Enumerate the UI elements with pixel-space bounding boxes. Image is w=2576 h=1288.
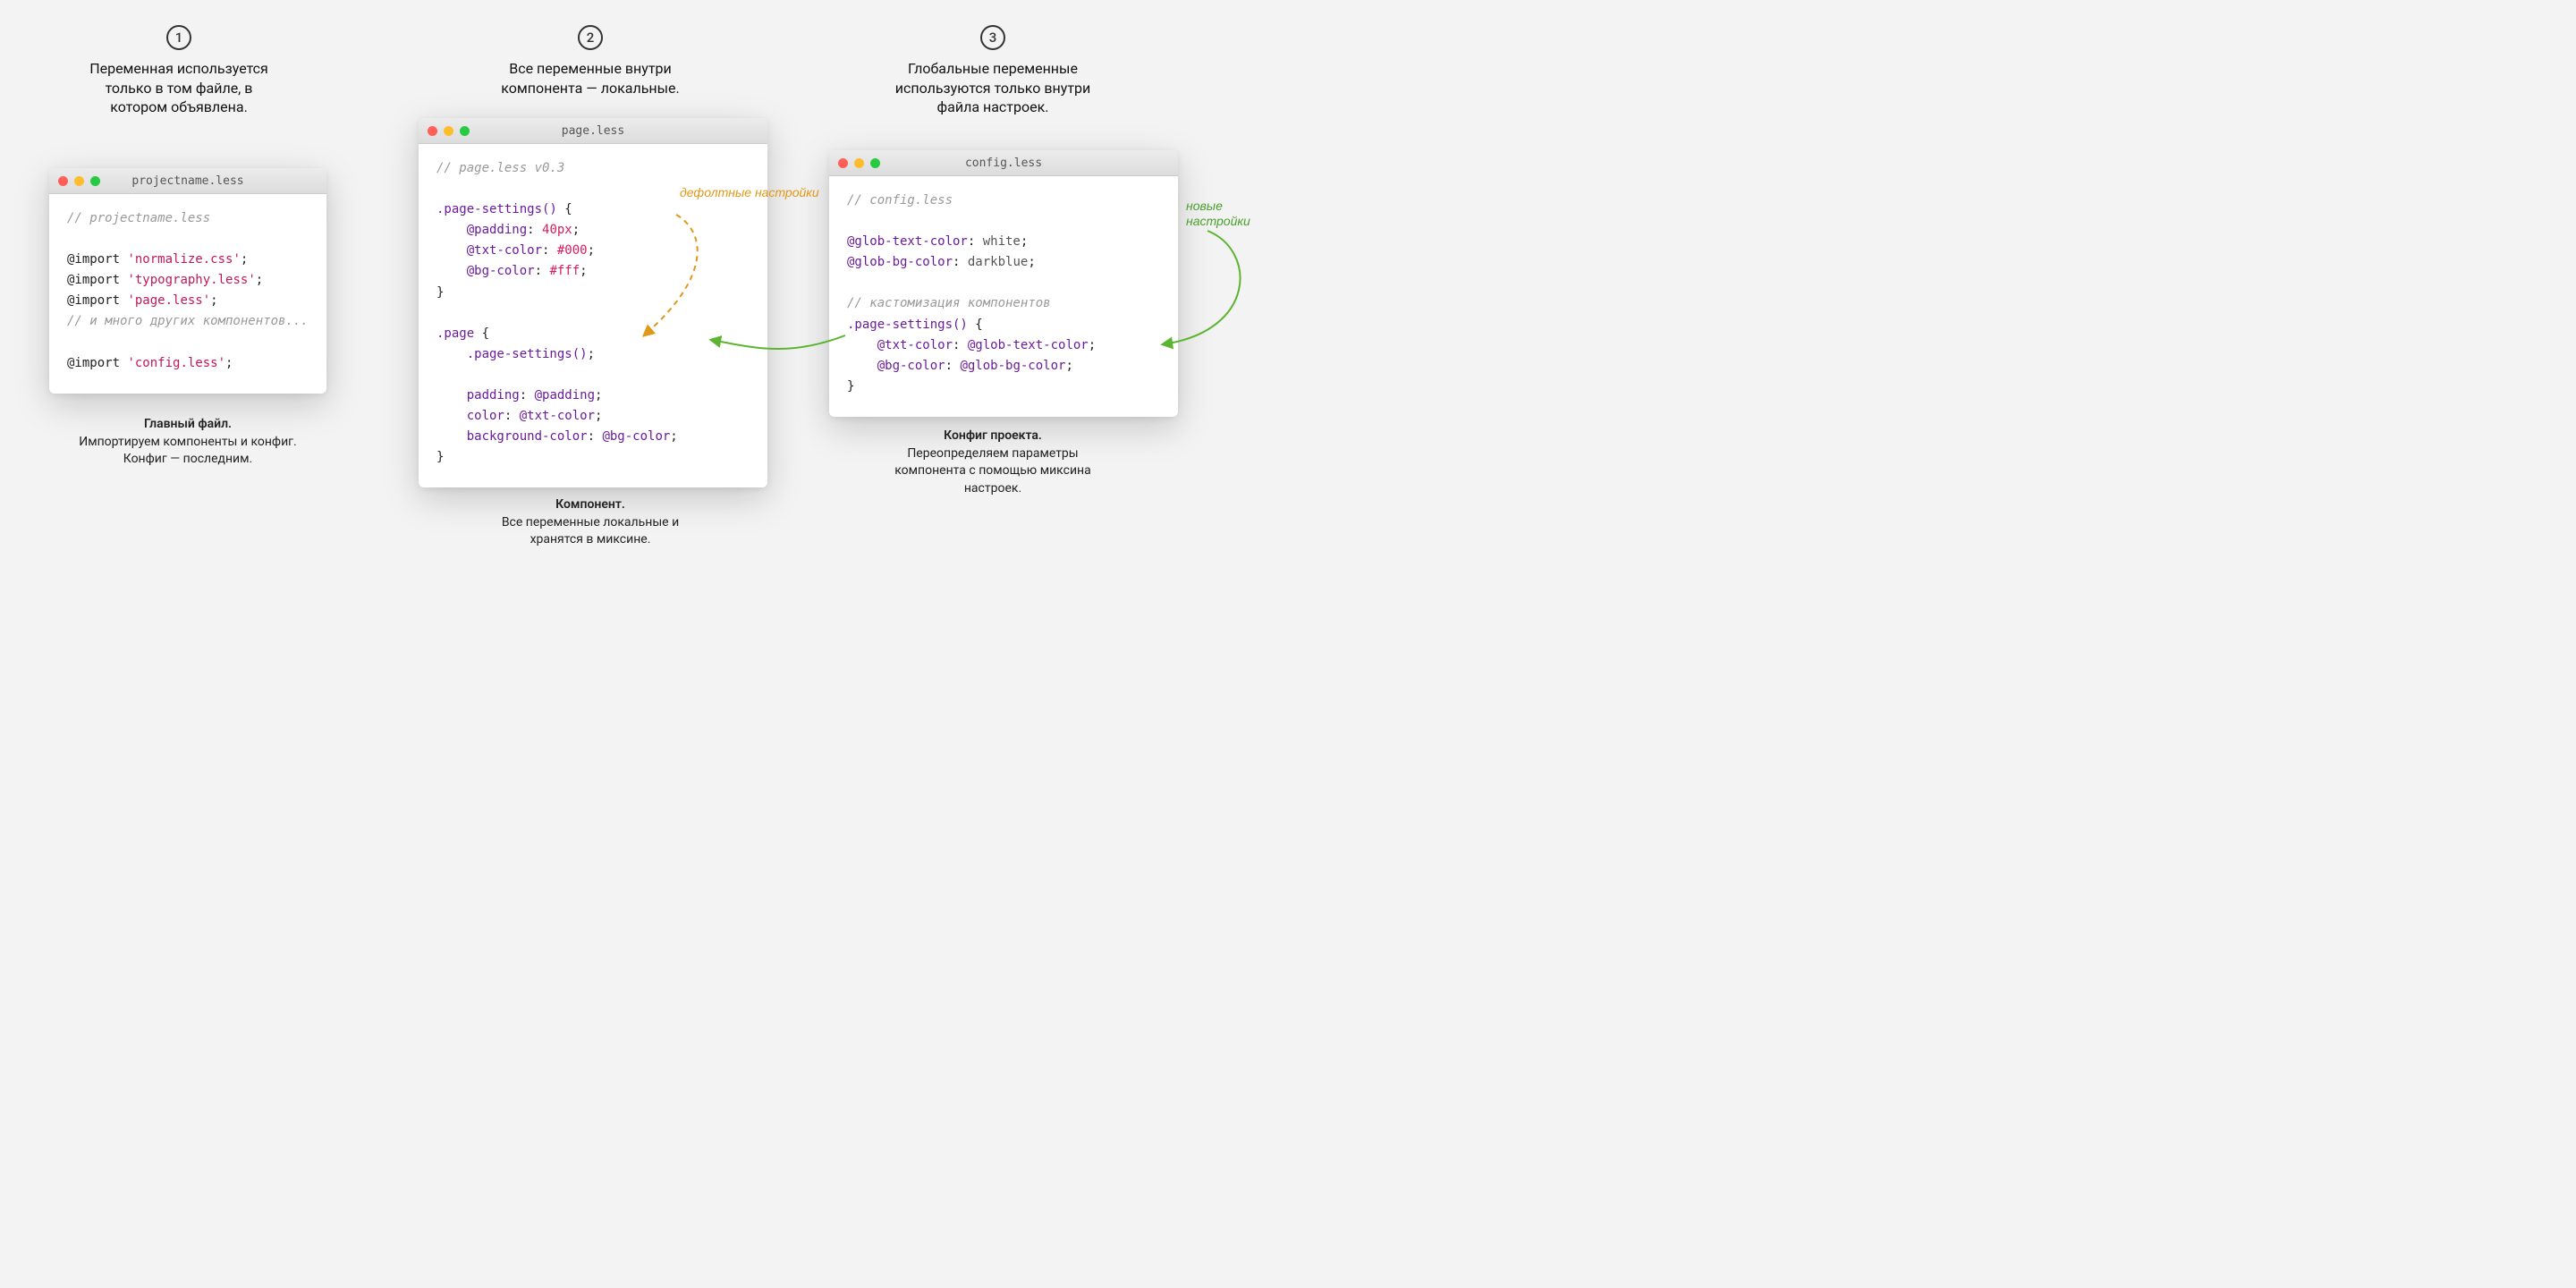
caption-body: Переопределяем параметры компонента с по… [894, 446, 1090, 496]
code-var: @glob-bg-color [960, 359, 1065, 373]
caption-right: Конфиг проекта. Переопределяем параметры… [868, 428, 1118, 497]
code-comment: // и много других компонентов... [67, 314, 309, 328]
code-string: 'normalize.css' [127, 252, 240, 267]
code-keyword: @import [67, 293, 120, 308]
code-var: @glob-text-color [847, 234, 968, 249]
code-var: @txt-color [520, 409, 595, 423]
traffic-lights [428, 126, 470, 136]
caption-body: Импортируем компоненты и конфиг. Конфиг … [79, 435, 297, 467]
code-prop: color [467, 409, 504, 423]
code-var: @glob-text-color [968, 338, 1089, 352]
window-page: page.less // page.less v0.3 .page-settin… [419, 118, 767, 487]
window-title: page.less [419, 124, 767, 138]
step-3-number: 3 [980, 25, 1005, 50]
code-var: @txt-color [877, 338, 953, 352]
code-string: 'config.less' [127, 356, 225, 370]
code-value: white [983, 234, 1021, 249]
minimize-icon[interactable] [74, 176, 84, 186]
step-1-text: Переменная используется только в том фай… [63, 59, 295, 117]
step-2-number: 2 [578, 25, 603, 50]
traffic-lights [838, 158, 880, 168]
code-var: @glob-bg-color [847, 255, 953, 269]
window-title: config.less [829, 157, 1178, 170]
code-value: #fff [549, 264, 580, 278]
close-icon[interactable] [58, 176, 68, 186]
titlebar: page.less [419, 118, 767, 144]
code-var: @txt-color [467, 243, 542, 258]
code-mixin-call: .page-settings() [467, 347, 588, 361]
code-string: 'page.less' [127, 293, 210, 308]
step-1-number: 1 [166, 25, 191, 50]
step-3-header: 3 Глобальные переменные используются тол… [868, 25, 1118, 117]
caption-title: Компонент. [555, 497, 625, 512]
titlebar: projectname.less [49, 168, 326, 194]
caption-left: Главный файл. Импортируем компоненты и к… [63, 416, 313, 469]
code-comment: // projectname.less [67, 211, 210, 225]
code-selector: .page-settings() [436, 202, 557, 216]
minimize-icon[interactable] [444, 126, 453, 136]
code-var: @padding [535, 388, 595, 402]
titlebar: config.less [829, 150, 1178, 176]
zoom-icon[interactable] [90, 176, 100, 186]
zoom-icon[interactable] [460, 126, 470, 136]
annotation-new-settings: новые настройки [1186, 199, 1288, 229]
traffic-lights [58, 176, 100, 186]
caption-title: Главный файл. [144, 417, 232, 431]
minimize-icon[interactable] [854, 158, 864, 168]
code-keyword: @import [67, 252, 120, 267]
code-value: darkblue [968, 255, 1028, 269]
code-keyword: @import [67, 356, 120, 370]
caption-body: Все переменные локальные и хранятся в ми… [502, 515, 679, 547]
step-2-header: 2 Все переменные внутри компонента — лок… [474, 25, 707, 97]
code-var: @bg-color [602, 429, 670, 444]
code-selector: .page-settings() [847, 318, 968, 332]
code-selector: .page [436, 326, 474, 341]
close-icon[interactable] [838, 158, 848, 168]
zoom-icon[interactable] [870, 158, 880, 168]
window-projectname: projectname.less // projectname.less @im… [49, 168, 326, 394]
code-var: @bg-color [467, 264, 535, 278]
code-prop: background-color [467, 429, 588, 444]
code-value: #000 [557, 243, 588, 258]
code-comment: // кастомизация компонентов [847, 296, 1051, 310]
code-comment: // page.less v0.3 [436, 161, 564, 175]
code-var: @padding [467, 223, 527, 237]
caption-title: Конфиг проекта. [944, 428, 1042, 443]
code-string: 'typography.less' [127, 273, 255, 287]
code-block: // projectname.less @import 'normalize.c… [49, 194, 326, 394]
code-keyword: @import [67, 273, 120, 287]
window-config: config.less // config.less @glob-text-co… [829, 150, 1178, 417]
code-prop: padding [467, 388, 520, 402]
close-icon[interactable] [428, 126, 437, 136]
annotation-default-settings: дефолтные настройки [680, 185, 819, 200]
code-block: // config.less @glob-text-color: white; … [829, 176, 1178, 417]
code-comment: // config.less [847, 193, 953, 208]
code-value: 40px [542, 223, 572, 237]
caption-mid: Компонент. Все переменные локальные и хр… [474, 496, 707, 549]
code-var: @bg-color [877, 359, 945, 373]
step-3-text: Глобальные переменные используются тольк… [868, 59, 1118, 117]
step-2-text: Все переменные внутри компонента — локал… [474, 59, 707, 97]
step-1-header: 1 Переменная используется только в том ф… [63, 25, 295, 117]
